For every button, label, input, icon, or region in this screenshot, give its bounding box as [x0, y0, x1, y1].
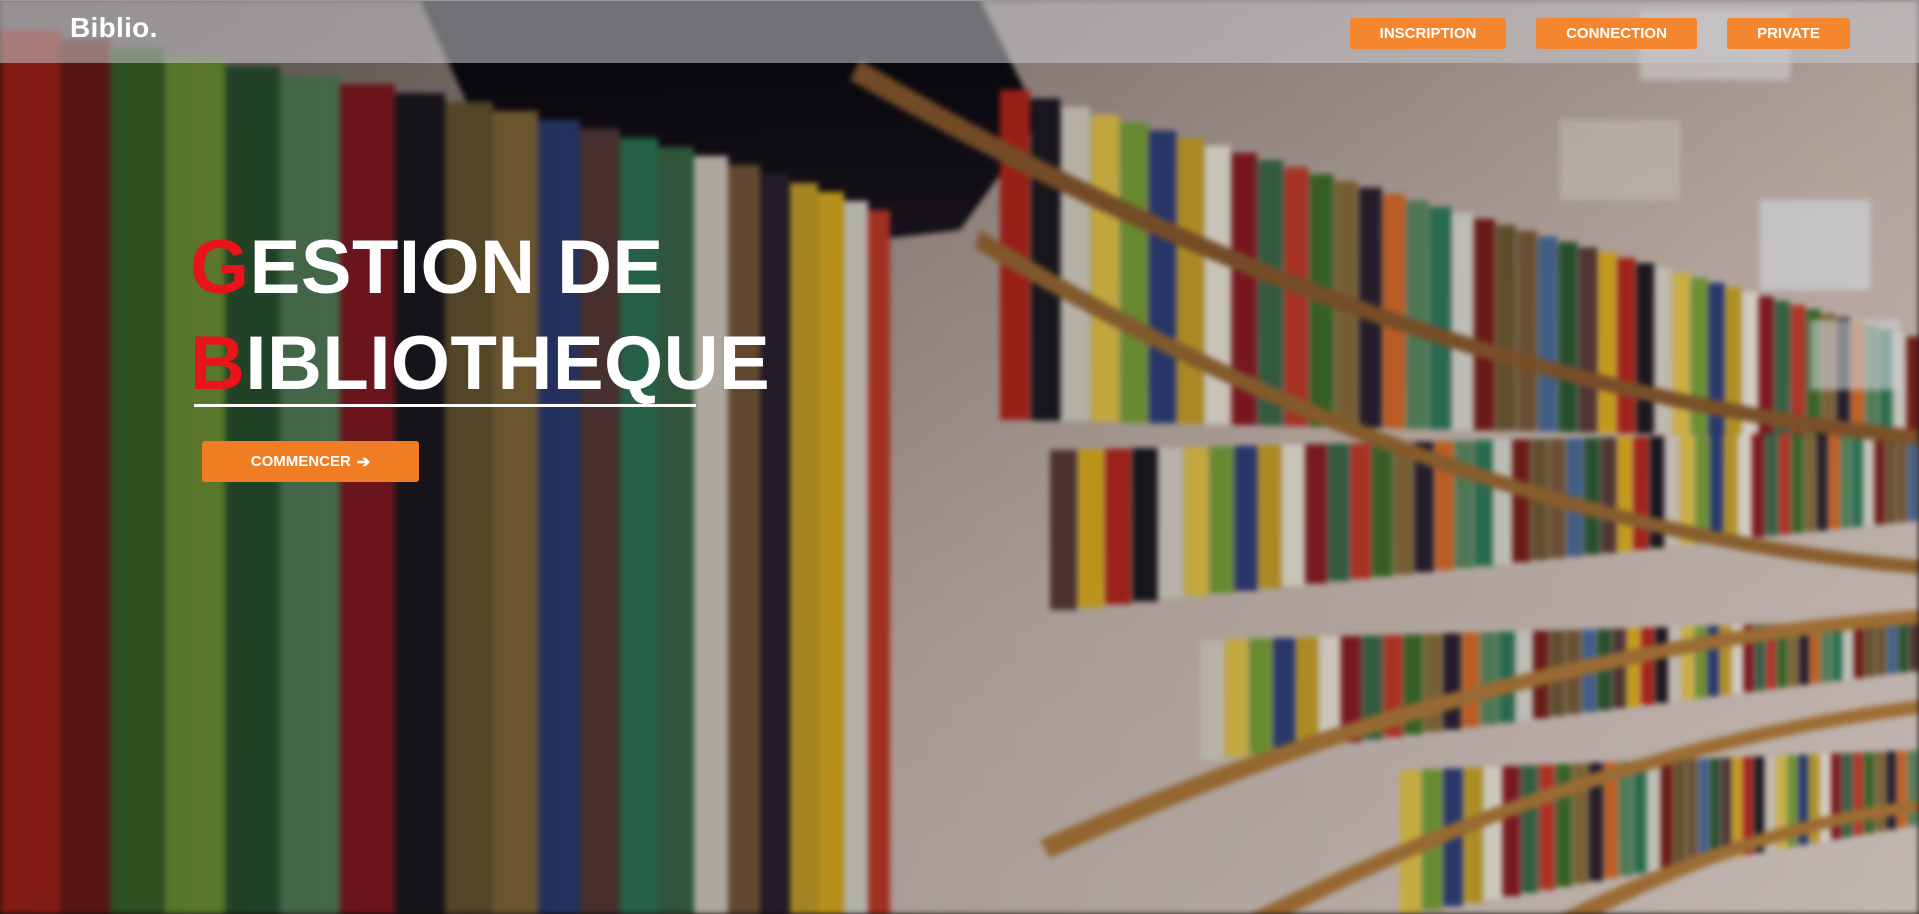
page: Biblio. INSCRIPTION CONNECTION PRIVATE G… — [0, 0, 1919, 914]
hero-title-initial-g: G — [190, 225, 250, 310]
top-navbar: Biblio. INSCRIPTION CONNECTION PRIVATE — [0, 0, 1919, 63]
hero-title-line-1-text: ESTION DE — [249, 225, 664, 310]
brand-logo[interactable]: Biblio. — [70, 12, 158, 44]
hero-title-underline — [194, 404, 696, 407]
inscription-button[interactable]: INSCRIPTION — [1350, 18, 1506, 49]
commencer-button-label: COMMENCER — [250, 453, 351, 470]
hero-title-line-1: GESTION DE — [190, 220, 770, 316]
hero-title: GESTION DE BIBLIOTHEQUE — [190, 220, 770, 412]
hero-title-initial-b: B — [190, 321, 246, 406]
arrow-right-icon: ➔ — [356, 453, 371, 471]
private-button[interactable]: PRIVATE — [1727, 18, 1850, 49]
connection-button[interactable]: CONNECTION — [1536, 18, 1697, 49]
hero-title-line-2: BIBLIOTHEQUE — [190, 316, 770, 412]
commencer-button[interactable]: COMMENCER ➔ — [202, 441, 419, 482]
hero-title-line-2-text: IBLIOTHEQUE — [245, 321, 771, 406]
